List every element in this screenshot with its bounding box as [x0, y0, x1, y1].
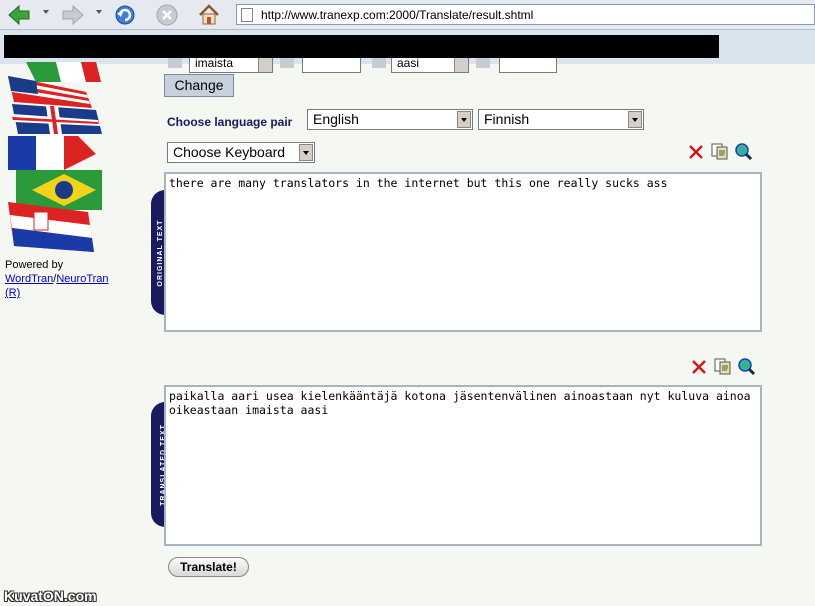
clear-icon: [688, 144, 703, 159]
clear-button[interactable]: [690, 358, 707, 375]
stop-icon: [156, 4, 178, 26]
wordtran-link[interactable]: WordTran: [5, 273, 53, 285]
original-text-area[interactable]: there are many translators in the intern…: [164, 172, 762, 332]
chevron-down-icon: [457, 111, 471, 128]
home-button[interactable]: [196, 3, 222, 27]
copy-button[interactable]: [711, 143, 728, 160]
chevron-down-icon: [628, 111, 642, 128]
source-language-select[interactable]: English: [307, 109, 473, 130]
arrow-icon: [372, 58, 386, 68]
keyboard-select[interactable]: Choose Keyboard: [167, 142, 315, 163]
keyboard-value: Choose Keyboard: [173, 144, 286, 160]
forward-button[interactable]: [60, 3, 86, 27]
copy-icon: [714, 358, 731, 375]
chevron-down-icon: [258, 58, 272, 72]
target-language-select[interactable]: Finnish: [478, 109, 644, 130]
forward-icon: [62, 4, 84, 26]
arrow-icon: [476, 58, 490, 68]
translated-text-tab: TRANSLATED TEXT: [151, 402, 167, 527]
change-button[interactable]: Change: [164, 74, 234, 97]
arrow-icon: [168, 58, 182, 68]
powered-by: Powered by WordTran/NeuroTran (R): [5, 258, 109, 300]
home-icon: [199, 4, 219, 25]
refresh-icon: [115, 5, 135, 25]
translated-text-area[interactable]: paikalla aari usea kielenkääntäjä kotona…: [164, 385, 762, 546]
original-text-tab: ORIGINAL TEXT: [151, 190, 165, 315]
search-icon: [738, 357, 755, 375]
word-input-left[interactable]: [302, 58, 361, 73]
chevron-down-icon: [299, 144, 313, 161]
clear-button[interactable]: [687, 143, 704, 160]
chevron-down-icon: [454, 58, 468, 72]
target-language-value: Finnish: [484, 111, 530, 127]
neurotran-link[interactable]: NeuroTran: [56, 273, 108, 285]
refresh-button[interactable]: [112, 3, 138, 27]
translate-button[interactable]: Translate!: [168, 557, 249, 577]
search-button[interactable]: [735, 142, 752, 160]
word-input-right[interactable]: [499, 58, 557, 73]
forward-dropdown-icon[interactable]: [96, 10, 102, 14]
original-tab-label: ORIGINAL TEXT: [156, 219, 164, 286]
word-left-text: imaista: [195, 58, 234, 70]
translated-toolbar: [690, 357, 755, 375]
word-select-left[interactable]: imaista: [189, 58, 273, 73]
page-icon: [241, 8, 253, 22]
address-bar[interactable]: http://www.tranexp.com:2000/Translate/re…: [236, 4, 815, 25]
browser-toolbar: http://www.tranexp.com:2000/Translate/re…: [0, 0, 815, 30]
source-language-value: English: [313, 111, 359, 127]
word-right-text: aasi: [397, 58, 420, 70]
search-icon: [735, 142, 752, 160]
arrow-icon: [280, 58, 294, 68]
original-toolbar: [687, 142, 752, 160]
sidebar: Powered by WordTran/NeuroTran (R): [0, 58, 155, 606]
back-dropdown-icon[interactable]: [43, 10, 49, 14]
stop-button[interactable]: [154, 3, 180, 27]
back-button[interactable]: [6, 3, 32, 27]
registered-link[interactable]: (R): [5, 287, 20, 299]
search-button[interactable]: [738, 357, 755, 375]
copy-icon: [711, 143, 728, 160]
url-text: http://www.tranexp.com:2000/Translate/re…: [261, 8, 534, 22]
language-pair-label: Choose language pair: [167, 115, 293, 129]
powered-by-text: Powered by: [5, 259, 64, 271]
back-icon: [8, 4, 30, 26]
copy-button[interactable]: [714, 358, 731, 375]
word-select-right[interactable]: aasi: [391, 58, 469, 73]
clear-icon: [691, 359, 706, 374]
redacted-bar: [4, 35, 719, 58]
flags-logo: [8, 62, 102, 252]
watermark: KuvatON.com: [4, 588, 97, 604]
